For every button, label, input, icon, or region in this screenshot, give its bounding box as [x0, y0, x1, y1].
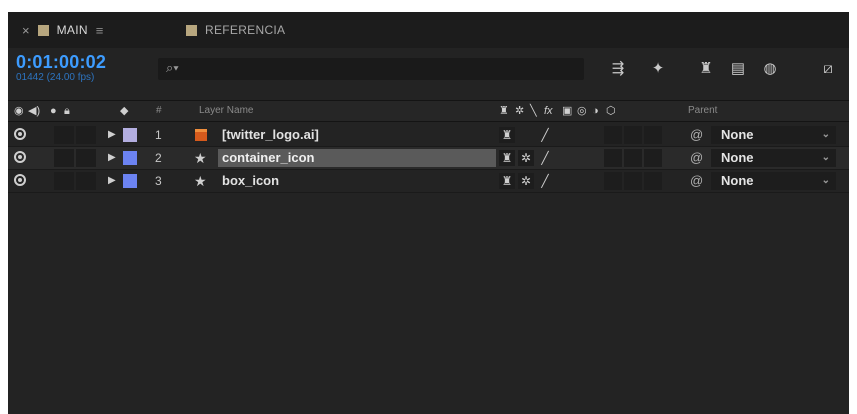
lock-toggle[interactable]	[76, 172, 96, 190]
comp-color-swatch	[186, 24, 197, 36]
frame-blending-icon[interactable]: ▤	[728, 58, 748, 80]
timecode[interactable]: 0:01:00:02	[16, 52, 106, 73]
parent-value: None	[721, 173, 754, 188]
layer-label-color[interactable]	[123, 151, 137, 165]
layer-label-color[interactable]	[123, 174, 137, 188]
switch-cell[interactable]	[624, 126, 642, 144]
panel-menu-icon[interactable]: ≡	[96, 23, 104, 38]
lock-toggle[interactable]	[76, 149, 96, 167]
shy-switch[interactable]: ♜	[499, 173, 515, 189]
shy-switch[interactable]: ♜	[499, 127, 515, 143]
switch-cell[interactable]	[644, 172, 662, 190]
audio-toggle[interactable]	[54, 149, 74, 167]
audio-toggle[interactable]	[54, 126, 74, 144]
parent-value: None	[721, 127, 754, 142]
twirl-arrow-icon[interactable]: ▶	[108, 150, 116, 166]
audio-toggle[interactable]	[54, 172, 74, 190]
column-parent[interactable]: Parent	[688, 103, 717, 119]
search-icon: ⌕▾	[166, 60, 179, 75]
star-shape-icon: ★	[194, 150, 207, 166]
lock-icon[interactable]: 🔒︎	[64, 102, 70, 120]
twirl-arrow-icon[interactable]: ▶	[108, 127, 116, 143]
current-time-display[interactable]: 0:01:00:02 01442 (24.00 fps)	[16, 52, 106, 83]
pick-whip-icon[interactable]: @	[690, 172, 703, 190]
star-shape-icon: ★	[194, 173, 207, 189]
layer-number: 3	[155, 174, 162, 188]
composition-flowchart-icon[interactable]: ⇶	[608, 58, 628, 80]
quality-switch-icon: ╲	[530, 105, 537, 117]
layer-switches: ♜ ╱	[499, 126, 553, 144]
shy-layers-icon[interactable]: ♜	[696, 58, 716, 80]
collapse-switch-icon: ✲	[515, 105, 525, 117]
tab-main-label: MAIN	[56, 23, 88, 37]
layer-name[interactable]: [twitter_logo.ai]	[218, 126, 323, 144]
pick-whip-icon[interactable]: @	[690, 126, 703, 144]
graph-editor-icon[interactable]: ⧄	[818, 58, 838, 80]
layer-row[interactable]: ▶ 3 ★ box_icon ♜ ✲ ╱ @ None ⌄	[8, 170, 849, 193]
eye-icon[interactable]	[14, 174, 26, 186]
video-visibility-icon[interactable]: ◉	[14, 102, 24, 120]
motion-blur-icon[interactable]: ◍	[760, 58, 780, 80]
layer-switches: ♜ ✲ ╱	[499, 172, 553, 190]
comp-color-swatch	[37, 24, 49, 36]
parent-dropdown[interactable]: None ⌄	[711, 149, 836, 167]
audio-icon[interactable]: ◀)	[28, 102, 40, 120]
shy-switch-icon: ♜	[499, 105, 509, 117]
quality-switch[interactable]: ╱	[537, 150, 553, 166]
layer-column-header: ◉ ◀) ● 🔒︎ ◆ # Layer Name ♜ ✲ ╲ fx ▣ ◎ ◑ …	[8, 100, 849, 122]
parent-dropdown[interactable]: None ⌄	[711, 172, 836, 190]
chevron-down-icon: ⌄	[821, 175, 830, 186]
switch-cell[interactable]	[604, 149, 622, 167]
lock-toggle[interactable]	[76, 126, 96, 144]
chevron-down-icon: ⌄	[821, 152, 830, 163]
layer-search-input[interactable]: ⌕▾	[158, 58, 584, 80]
eye-icon[interactable]	[14, 151, 26, 163]
layer-name[interactable]: box_icon	[218, 172, 283, 190]
ai-file-icon	[195, 129, 207, 141]
collapse-switch[interactable]	[518, 127, 534, 143]
collapse-switch[interactable]: ✲	[518, 173, 534, 189]
timeline-panel: × MAIN ≡ REFERENCIA 0:01:00:02 01442 (24…	[8, 12, 849, 414]
tab-main[interactable]: × MAIN ≡	[14, 12, 111, 48]
pick-whip-icon[interactable]: @	[690, 149, 703, 167]
switch-cell[interactable]	[604, 172, 622, 190]
shy-switch[interactable]: ♜	[499, 150, 515, 166]
column-layer-name[interactable]: Layer Name	[199, 103, 253, 119]
layer-name[interactable]: container_icon	[218, 149, 496, 167]
label-tag-icon[interactable]: ◆	[120, 102, 128, 120]
layer-number: 2	[155, 151, 162, 165]
3d-layer-switch-icon: ⬡	[606, 105, 616, 117]
switch-cell[interactable]	[604, 126, 622, 144]
close-tab-icon[interactable]: ×	[22, 23, 30, 38]
layer-label-color[interactable]	[123, 128, 137, 142]
parent-dropdown[interactable]: None ⌄	[711, 126, 836, 144]
switch-cell[interactable]	[644, 126, 662, 144]
eye-icon[interactable]	[14, 128, 26, 140]
motion-blur-switch-icon: ◎	[577, 105, 587, 117]
switch-cell[interactable]	[624, 149, 642, 167]
switch-cell[interactable]	[644, 149, 662, 167]
switch-cell[interactable]	[624, 172, 642, 190]
layer-row[interactable]: ▶ 1 [twitter_logo.ai] ♜ ╱ @ None ⌄	[8, 124, 849, 147]
effects-switch-icon: fx	[544, 105, 553, 117]
solo-icon[interactable]: ●	[50, 102, 57, 120]
layer-switches: ♜ ✲ ╱	[499, 149, 553, 167]
draft-3d-icon[interactable]: ✦	[648, 58, 668, 80]
quality-switch[interactable]: ╱	[537, 127, 553, 143]
frame-blend-switch-icon: ▣	[562, 105, 573, 117]
frame-count: 01442 (24.00 fps)	[16, 72, 95, 83]
chevron-down-icon: ⌄	[821, 129, 830, 140]
parent-value: None	[721, 150, 754, 165]
column-number: #	[156, 105, 162, 116]
tab-bar: × MAIN ≡ REFERENCIA	[8, 12, 849, 48]
layer-number: 1	[155, 128, 162, 142]
tab-referencia-label: REFERENCIA	[205, 23, 286, 37]
twirl-arrow-icon[interactable]: ▶	[108, 173, 116, 189]
quality-switch[interactable]: ╱	[537, 173, 553, 189]
adjustment-switch-icon: ◑	[592, 105, 599, 117]
layer-row[interactable]: ▶ 2 ★ container_icon ♜ ✲ ╱ @ None ⌄	[8, 147, 849, 170]
tab-referencia[interactable]: REFERENCIA	[186, 12, 285, 48]
collapse-switch[interactable]: ✲	[518, 150, 534, 166]
